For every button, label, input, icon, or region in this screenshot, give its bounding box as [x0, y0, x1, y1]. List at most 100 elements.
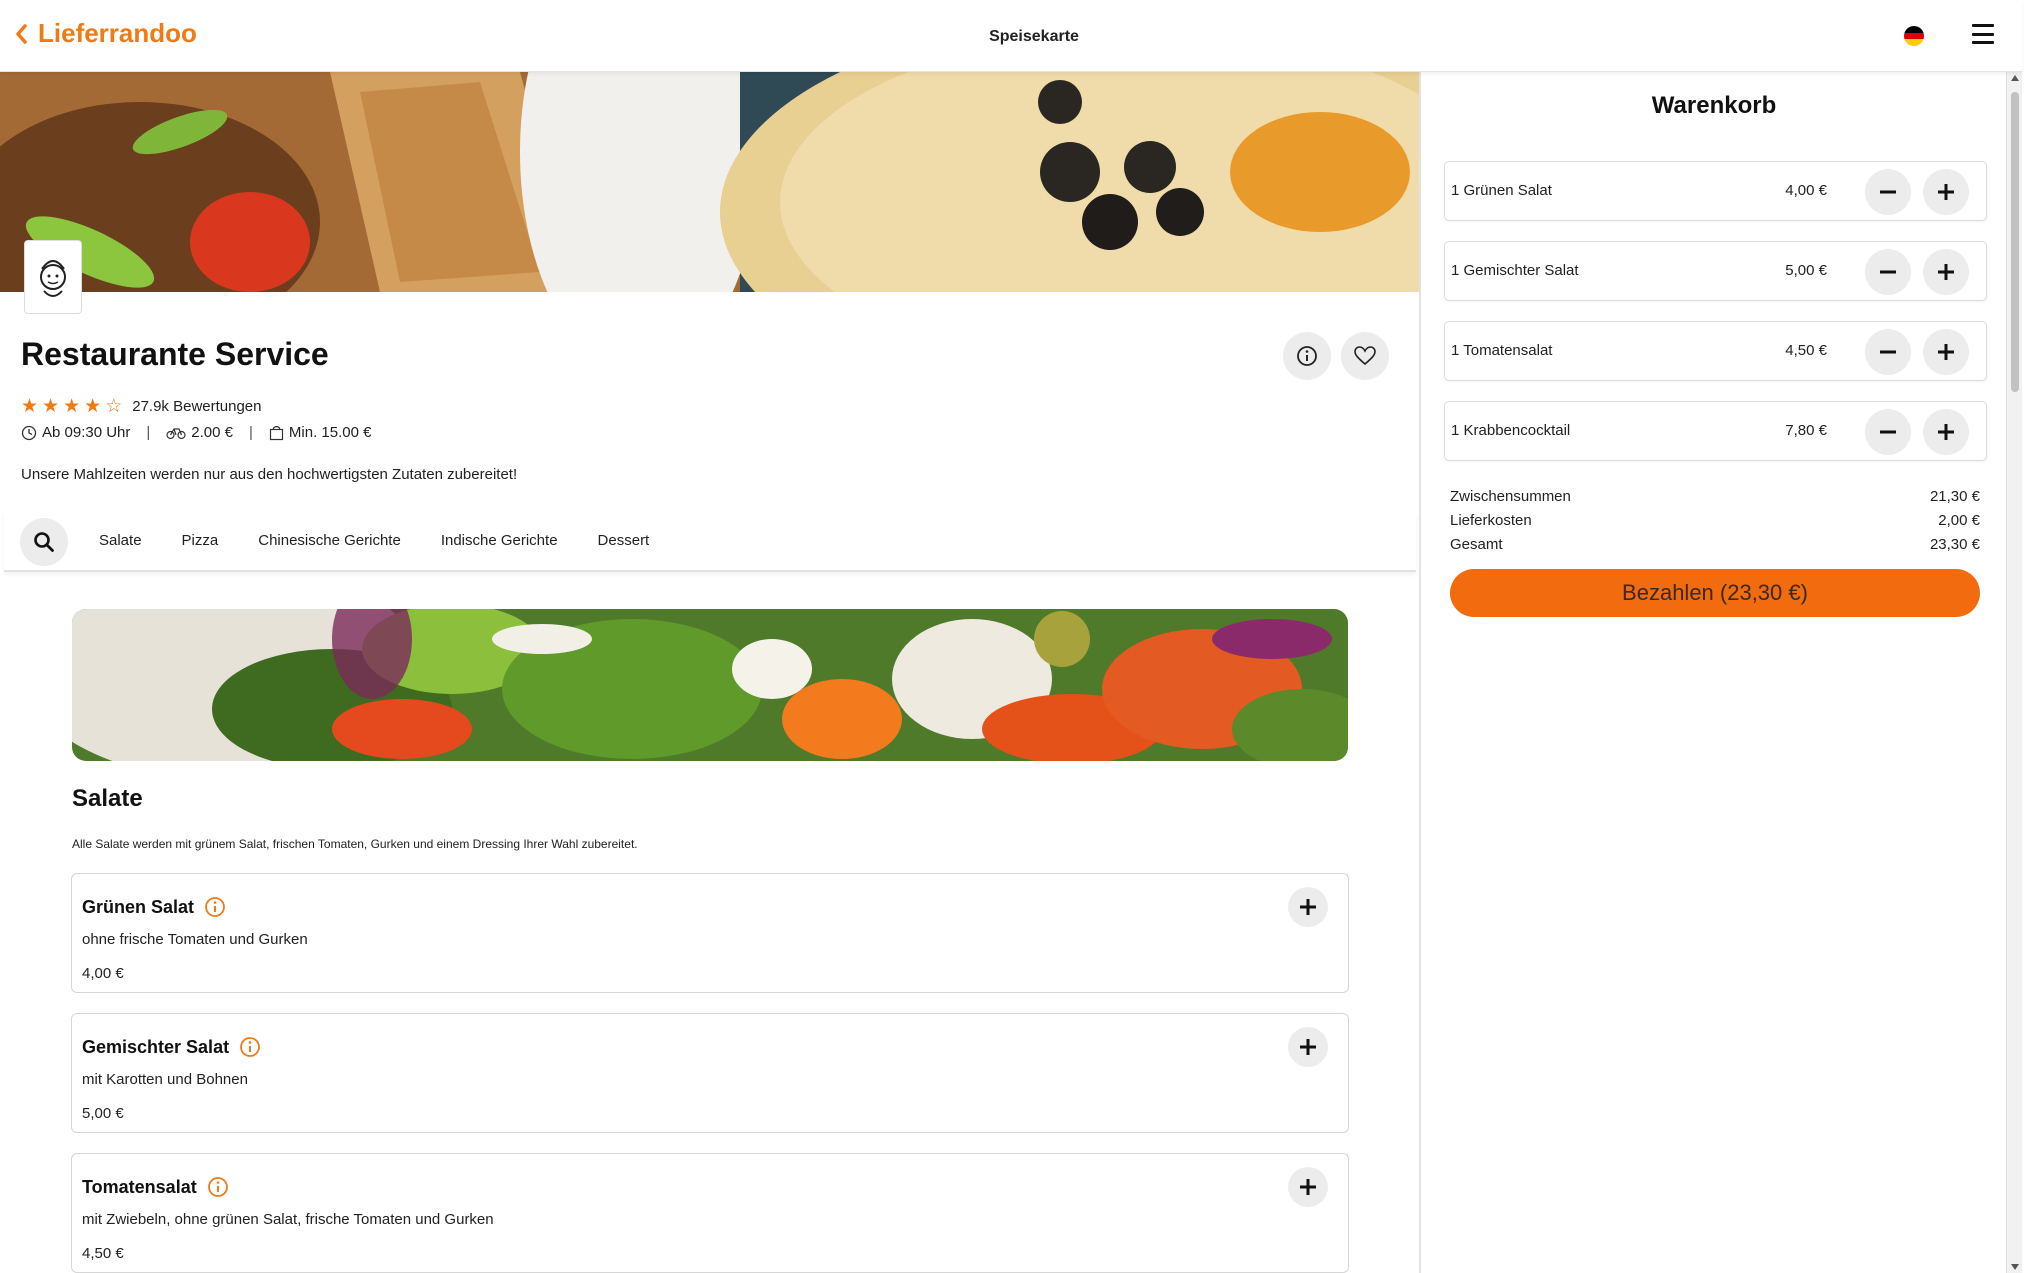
info-icon[interactable]: [207, 1176, 229, 1198]
menu-item-price: 4,00 €: [82, 965, 124, 982]
cart-sidebar: Warenkorb 1 Grünen Salat 4,00 € 1 Gemisc…: [1419, 72, 2005, 1273]
restaurant-meta: Ab 09:30 Uhr | 2.00 € | Min. 15.00 €: [21, 424, 371, 441]
restaurant-tagline: Unsere Mahlzeiten werden nur aus den hoc…: [21, 466, 518, 483]
minimum-order: Min. 15.00 €: [288, 424, 372, 441]
add-to-cart-button[interactable]: [1288, 1027, 1328, 1067]
cart-item-label: 1 Grünen Salat: [1451, 182, 1552, 199]
total-row: Gesamt 23,30 €: [1450, 532, 1980, 556]
info-button[interactable]: [1283, 332, 1331, 380]
category-tabs: Salate Pizza Chinesische Gerichte Indisc…: [99, 532, 649, 549]
menu-item-description: mit Zwiebeln, ohne grünen Salat, frische…: [82, 1211, 494, 1228]
plus-icon: [1938, 344, 1954, 360]
increase-quantity-button[interactable]: [1923, 409, 1969, 455]
category-tab-dessert[interactable]: Dessert: [598, 532, 650, 549]
menu-item-price: 5,00 €: [82, 1105, 124, 1122]
plus-icon: [1938, 424, 1954, 440]
subtotal-label: Zwischensummen: [1450, 487, 1571, 505]
hamburger-menu-icon[interactable]: [1972, 24, 1994, 44]
star-empty-icon: ☆: [105, 396, 123, 417]
restaurant-name: Restaurante Service: [21, 336, 329, 372]
cart-item-amount: 7,80 €: [1785, 422, 1827, 439]
bicycle-icon: [166, 427, 186, 439]
star-filled-icon: ★: [42, 396, 60, 417]
star-filled-icon: ★: [63, 396, 81, 417]
opening-time: Ab 09:30 Uhr: [42, 424, 131, 441]
cart-item: 1 Tomatensalat 4,50 €: [1444, 321, 1987, 381]
top-navigation-bar: Lieferrandoo Speisekarte: [0, 0, 2022, 72]
plus-icon: [1300, 1179, 1316, 1195]
menu-item-card[interactable]: Tomatensalat mit Zwiebeln, ohne grünen S…: [71, 1153, 1349, 1273]
category-tab-salate[interactable]: Salate: [99, 532, 142, 549]
scrollbar-thumb[interactable]: [2011, 92, 2019, 392]
category-tab-chinesische-gerichte[interactable]: Chinesische Gerichte: [258, 532, 401, 549]
section-description: Alle Salate werden mit grünem Salat, fri…: [72, 837, 638, 851]
increase-quantity-button[interactable]: [1923, 329, 1969, 375]
plus-icon: [1938, 264, 1954, 280]
search-button[interactable]: [20, 518, 68, 566]
cart-item-label: 1 Tomatensalat: [1451, 342, 1553, 359]
pay-button[interactable]: Bezahlen (23,30 €): [1450, 569, 1980, 617]
cart-item: 1 Krabbencocktail 7,80 €: [1444, 401, 1987, 461]
menu-item-name: Grünen Salat: [82, 896, 195, 917]
category-tab-indische-gerichte[interactable]: Indische Gerichte: [441, 532, 558, 549]
cart-item-label: 1 Krabbencocktail: [1451, 422, 1571, 439]
cart-item: 1 Gemischter Salat 5,00 €: [1444, 241, 1987, 301]
menu-item-description: mit Karotten und Bohnen: [82, 1071, 248, 1088]
subtotal-row: Zwischensummen 21,30 €: [1450, 484, 1980, 508]
menu-item-card[interactable]: Grünen Salat ohne frische Tomaten und Gu…: [71, 873, 1349, 993]
decrease-quantity-button[interactable]: [1865, 329, 1911, 375]
star-filled-icon: ★: [21, 396, 39, 417]
page-scrollbar[interactable]: [2006, 72, 2022, 1273]
info-icon[interactable]: [204, 896, 226, 918]
plus-icon: [1938, 184, 1954, 200]
heart-icon: [1354, 346, 1376, 366]
menu-content-area: Restaurante Service ★ ★ ★ ★ ☆ 27.9k Bewe…: [0, 72, 1419, 1273]
increase-quantity-button[interactable]: [1923, 169, 1969, 215]
decrease-quantity-button[interactable]: [1865, 169, 1911, 215]
page-title: Speisekarte: [989, 28, 1079, 45]
cart-item-amount: 5,00 €: [1785, 262, 1827, 279]
favorite-button[interactable]: [1341, 332, 1389, 380]
cart-item: 1 Grünen Salat 4,00 €: [1444, 161, 1987, 221]
scroll-down-arrow-icon[interactable]: [2011, 1264, 2019, 1270]
plus-icon: [1300, 899, 1316, 915]
cart-item-amount: 4,00 €: [1785, 182, 1827, 199]
subtotal-value: 21,30 €: [1929, 487, 1980, 505]
clock-icon: [21, 425, 37, 440]
menu-item-name: Tomatensalat: [82, 1176, 197, 1197]
menu-item-description: ohne frische Tomaten und Gurken: [82, 931, 308, 948]
minus-icon: [1880, 270, 1896, 274]
scroll-up-arrow-icon[interactable]: [2011, 75, 2019, 81]
german-flag-icon[interactable]: [1904, 26, 1924, 46]
delivery-cost-label: Lieferkosten: [1450, 511, 1532, 529]
total-label: Gesamt: [1450, 535, 1503, 553]
decrease-quantity-button[interactable]: [1865, 249, 1911, 295]
section-title: Salate: [72, 785, 143, 812]
info-icon[interactable]: [239, 1036, 261, 1058]
cart-item-label: 1 Gemischter Salat: [1451, 262, 1579, 279]
search-icon: [34, 532, 54, 552]
info-icon: [1297, 346, 1317, 366]
total-value: 23,30 €: [1929, 535, 1980, 553]
rating-row: ★ ★ ★ ★ ☆ 27.9k Bewertungen: [21, 397, 262, 416]
cart-title: Warenkorb: [1651, 92, 1777, 119]
delivery-cost-row: Lieferkosten 2,00 €: [1450, 508, 1980, 532]
restaurant-hero-image: [0, 72, 1419, 292]
add-to-cart-button[interactable]: [1288, 887, 1328, 927]
salad-category-banner: [72, 609, 1348, 761]
menu-item-card[interactable]: Gemischter Salat mit Karotten und Bohnen…: [71, 1013, 1349, 1133]
review-count: 27.9k Bewertungen: [132, 398, 262, 415]
minus-icon: [1880, 350, 1896, 354]
menu-item-price: 4,50 €: [82, 1245, 124, 1262]
category-bar: Salate Pizza Chinesische Gerichte Indisc…: [4, 512, 1416, 572]
minus-icon: [1880, 190, 1896, 194]
restaurant-logo: [24, 240, 82, 314]
decrease-quantity-button[interactable]: [1865, 409, 1911, 455]
plus-icon: [1300, 1039, 1316, 1055]
add-to-cart-button[interactable]: [1288, 1167, 1328, 1207]
cart-item-amount: 4,50 €: [1785, 342, 1827, 359]
category-tab-pizza[interactable]: Pizza: [182, 532, 219, 549]
increase-quantity-button[interactable]: [1923, 249, 1969, 295]
shopping-bag-icon: [269, 425, 284, 440]
minus-icon: [1880, 430, 1896, 434]
